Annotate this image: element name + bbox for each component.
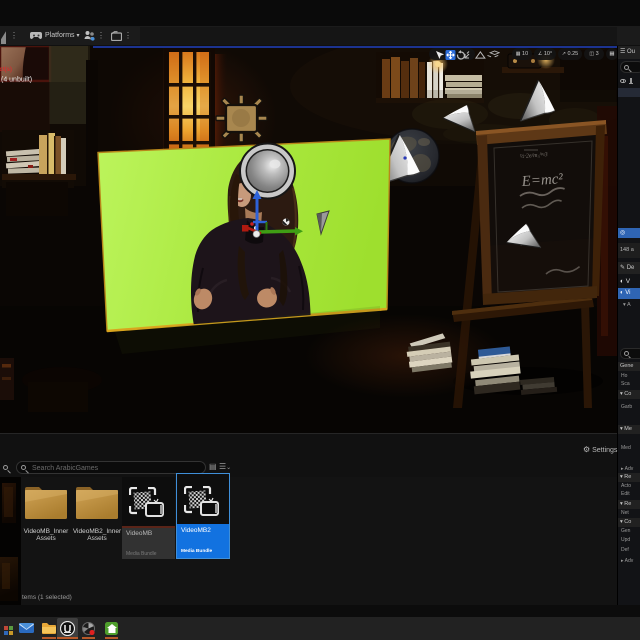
svg-text:E=mc²: E=mc²: [520, 171, 564, 190]
svg-text:(4 unbuilt): (4 unbuilt): [1, 77, 32, 84]
svg-text:Object(s): Object(s): [0, 67, 12, 73]
